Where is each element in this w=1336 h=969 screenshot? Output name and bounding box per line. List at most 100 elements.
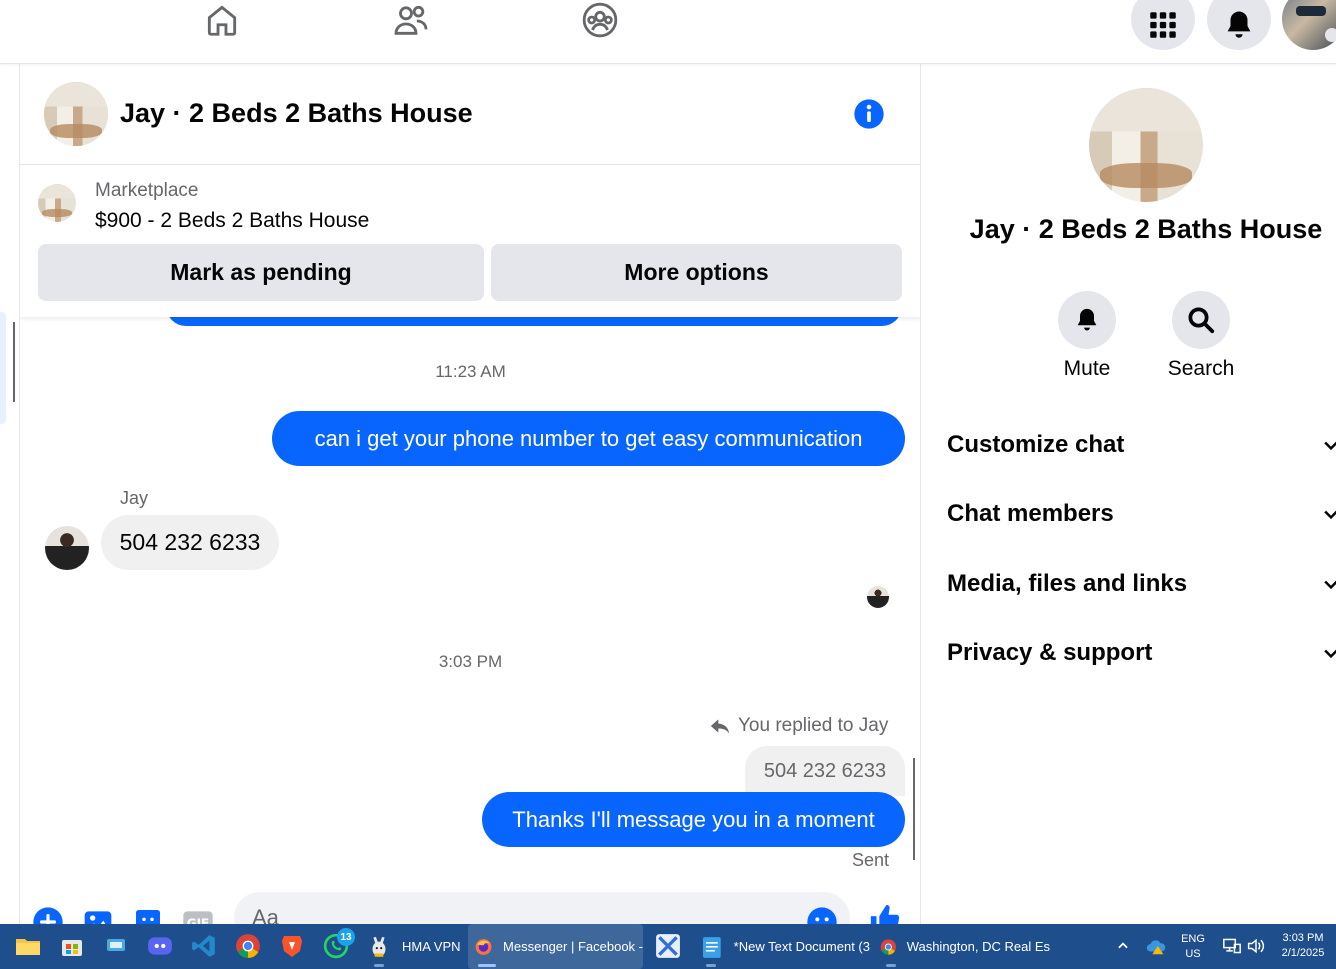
- chevron-down-icon: [1324, 580, 1336, 590]
- search-label: Search: [1167, 357, 1235, 380]
- mute-label: Mute: [1063, 357, 1111, 380]
- taskbar-notepad[interactable]: *New Text Document (3: [694, 924, 870, 969]
- thread-avatar[interactable]: [44, 82, 108, 146]
- language-indicator[interactable]: ENG US: [1178, 932, 1208, 962]
- onedrive-icon[interactable]: [1142, 932, 1170, 960]
- emoji-icon[interactable]: [806, 906, 838, 924]
- composer: GIF: [20, 884, 920, 924]
- reply-indicator: You replied to Jay: [710, 715, 888, 737]
- bell-icon: [1077, 308, 1097, 331]
- vscode-icon[interactable]: [190, 932, 218, 960]
- read-receipt-avatar: [867, 586, 889, 608]
- home-icon[interactable]: [200, 0, 244, 40]
- message-status: Sent: [852, 850, 890, 870]
- bell-icon: [1227, 11, 1251, 38]
- message-input[interactable]: [234, 892, 850, 924]
- discord-icon[interactable]: [146, 932, 174, 960]
- mark-pending-button[interactable]: Mark as pending: [38, 244, 484, 301]
- search-icon-circle[interactable]: [1172, 291, 1230, 349]
- tray-overflow-icon[interactable]: [1109, 932, 1137, 960]
- remote-desktop-icon[interactable]: [102, 932, 130, 960]
- chrome-icon[interactable]: [234, 932, 262, 960]
- section-label: Chat members: [947, 500, 1114, 527]
- groups-icon[interactable]: [578, 0, 622, 40]
- gif-icon[interactable]: GIF: [182, 906, 214, 924]
- chat-title[interactable]: Jay · 2 Beds 2 Baths House: [120, 98, 473, 129]
- clock-date: 2/1/2025: [1281, 947, 1325, 959]
- chat-panel: Jay · 2 Beds 2 Baths House Marketplace $…: [20, 64, 921, 924]
- photo-icon[interactable]: [82, 906, 114, 924]
- section-chat-members[interactable]: Chat members: [947, 492, 1336, 536]
- chat-header: Jay · 2 Beds 2 Baths House: [20, 64, 920, 165]
- running-indicator: [886, 964, 896, 967]
- chat-scrollbar[interactable]: [913, 758, 915, 860]
- left-sidebar-edge: [0, 64, 20, 924]
- info-icon[interactable]: [853, 98, 885, 130]
- running-indicator: [706, 964, 716, 967]
- account-avatar[interactable]: [1282, 0, 1336, 50]
- sender-avatar[interactable]: [45, 526, 89, 570]
- active-indicator: [478, 964, 496, 967]
- volume-icon[interactable]: [1242, 932, 1270, 960]
- section-label: Customize chat: [947, 431, 1125, 458]
- timestamp: 3:03 PM: [438, 652, 503, 671]
- friends-icon[interactable]: [389, 0, 433, 40]
- listing-thumbnail: [38, 184, 76, 222]
- menu-grid-button[interactable]: [1131, 0, 1195, 50]
- plus-icon[interactable]: [32, 906, 64, 924]
- grid-icon: [1150, 12, 1176, 38]
- donkey-icon: [372, 936, 386, 957]
- section-customize-chat[interactable]: Customize chat: [947, 423, 1336, 467]
- profile-avatar[interactable]: [1089, 88, 1203, 202]
- running-indicator: [374, 964, 384, 967]
- sender-name: Jay: [120, 488, 149, 508]
- sticker-icon[interactable]: [132, 906, 164, 924]
- whatsapp-badge: 13: [337, 928, 355, 946]
- taskbar-firefox-messenger[interactable]: Messenger | Facebook -: [468, 924, 643, 969]
- region-code: US: [1185, 948, 1201, 960]
- section-privacy-support[interactable]: Privacy & support: [947, 631, 1336, 675]
- firefox-icon: [475, 938, 492, 955]
- taskbar-app-label: *New Text Document (3: [733, 939, 870, 954]
- quoted-message[interactable]: 504 232 6233: [745, 746, 905, 796]
- store-icon[interactable]: [58, 932, 86, 960]
- notifications-button[interactable]: [1207, 0, 1271, 50]
- taskbar-app-label: Washington, DC Real Es: [906, 939, 1050, 954]
- timestamp: 11:23 AM: [435, 362, 506, 381]
- chrome-profile-icon: [880, 938, 896, 955]
- taskbar-chrome-realestate[interactable]: Washington, DC Real Es: [874, 924, 1050, 969]
- messenger-window: Jay · 2 Beds 2 Baths House Marketplace $…: [0, 0, 1336, 969]
- listing-title[interactable]: $900 - 2 Beds 2 Baths House: [95, 209, 369, 233]
- taskbar-app-label: Messenger | Facebook -: [503, 939, 643, 954]
- reply-indicator-label: You replied to Jay: [738, 715, 889, 736]
- outgoing-message[interactable]: can i get your phone number to get easy …: [272, 411, 905, 466]
- mute-icon-circle[interactable]: [1058, 291, 1116, 349]
- search-icon: [1188, 307, 1215, 334]
- chevron-down-icon: [1324, 510, 1336, 520]
- thumbs-up-icon[interactable]: [868, 902, 900, 924]
- language-code: ENG: [1181, 933, 1205, 945]
- notepad-icon: [702, 936, 721, 958]
- sidebar-scrollbar[interactable]: [0, 312, 15, 424]
- taskbar-app-label: HMA VPN: [402, 939, 461, 954]
- account-chevron-icon: [1325, 28, 1336, 42]
- mcafee-icon[interactable]: [654, 932, 682, 960]
- clock-time: 3:03 PM: [1282, 932, 1324, 944]
- marketplace-label: Marketplace: [95, 180, 199, 201]
- profile-title: Jay · 2 Beds 2 Baths House: [969, 214, 1323, 244]
- reply-arrow-icon: [710, 719, 730, 734]
- windows-taskbar: 13 HMA VPN Messenger | Facebook - *New T…: [0, 924, 1336, 969]
- search-button[interactable]: Search: [1151, 291, 1251, 381]
- file-explorer-icon[interactable]: [14, 932, 42, 960]
- marketplace-banner: Marketplace $900 - 2 Beds 2 Baths House …: [20, 165, 920, 317]
- clock[interactable]: 3:03 PM 2/1/2025: [1272, 931, 1334, 961]
- svg-text:GIF: GIF: [187, 916, 210, 924]
- section-media-files-links[interactable]: Media, files and links: [947, 562, 1336, 606]
- taskbar-hma-vpn[interactable]: HMA VPN: [360, 924, 464, 969]
- chevron-down-icon: [1324, 649, 1336, 659]
- mute-button[interactable]: Mute: [1037, 291, 1137, 381]
- brave-icon[interactable]: [278, 932, 306, 960]
- incoming-message[interactable]: 504 232 6233: [101, 515, 279, 570]
- more-options-button[interactable]: More options: [491, 244, 902, 301]
- outgoing-message[interactable]: Thanks I'll message you in a moment: [482, 792, 905, 847]
